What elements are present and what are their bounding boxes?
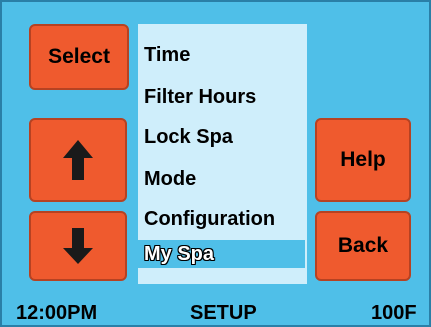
menu-item-my-spa[interactable]: My Spa bbox=[138, 240, 305, 268]
back-button-label: Back bbox=[337, 234, 389, 257]
menu-item-label: Filter Hours bbox=[144, 85, 257, 108]
menu-item-label: Mode bbox=[144, 167, 197, 190]
menu-item-label: My Spa bbox=[144, 242, 215, 265]
select-button-label: Select bbox=[48, 45, 110, 68]
menu-item-label: Lock Spa bbox=[144, 125, 233, 148]
status-time: 12:00PM bbox=[16, 302, 98, 324]
menu-item-label: Configuration bbox=[144, 207, 276, 230]
menu-item-mode[interactable]: Mode bbox=[138, 165, 307, 193]
arrow-up-icon bbox=[63, 140, 93, 180]
menu-item-label: Time bbox=[144, 43, 191, 66]
setup-menu: Time Filter Hours Lock Spa Mode Configur… bbox=[138, 24, 307, 284]
back-button[interactable]: Back bbox=[315, 211, 411, 281]
select-button[interactable]: Select bbox=[29, 24, 129, 90]
status-temperature: 100F bbox=[371, 302, 417, 324]
spa-control-screen: Select Time Filter Hours Lock Spa Mode C… bbox=[0, 0, 431, 327]
arrow-down-icon bbox=[63, 228, 93, 264]
menu-item-time[interactable]: Time bbox=[138, 41, 307, 69]
help-button[interactable]: Help bbox=[315, 118, 411, 202]
down-button[interactable] bbox=[29, 211, 127, 281]
help-button-label: Help bbox=[340, 148, 386, 171]
menu-item-filter-hours[interactable]: Filter Hours bbox=[138, 83, 307, 111]
menu-item-configuration[interactable]: Configuration bbox=[138, 205, 307, 233]
menu-item-lock-spa[interactable]: Lock Spa bbox=[138, 123, 307, 151]
status-mode: SETUP bbox=[190, 302, 257, 324]
up-button[interactable] bbox=[29, 118, 127, 202]
